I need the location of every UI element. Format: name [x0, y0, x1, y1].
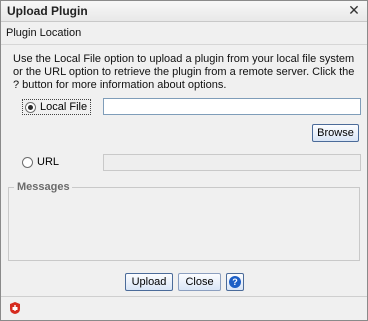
- local-file-focus: Local File: [22, 99, 92, 115]
- browse-button[interactable]: Browse: [312, 124, 359, 142]
- help-icon: ?: [229, 276, 241, 288]
- messages-panel: [8, 187, 360, 261]
- url-input[interactable]: [103, 154, 361, 171]
- help-button[interactable]: ?: [226, 273, 244, 291]
- instructions-text: Use the Local File option to upload a pl…: [13, 53, 355, 91]
- messages-border-left: [8, 187, 14, 188]
- footer-divider: [1, 296, 367, 297]
- header-divider: [1, 44, 367, 45]
- app-logo-icon: [10, 302, 20, 314]
- upload-plugin-dialog: Upload Plugin ✕ Plugin Location Use the …: [0, 0, 368, 321]
- url-option[interactable]: URL: [22, 156, 59, 168]
- local-file-radio[interactable]: [25, 101, 36, 113]
- local-file-label: Local File: [40, 101, 88, 113]
- local-file-option[interactable]: Local File: [22, 99, 92, 115]
- url-label: URL: [37, 156, 60, 168]
- local-file-path-input[interactable]: [103, 98, 361, 115]
- dialog-title: Upload Plugin: [7, 4, 88, 18]
- close-icon[interactable]: ✕: [347, 3, 361, 17]
- messages-title: Messages: [15, 181, 72, 193]
- plugin-location-heading: Plugin Location: [6, 27, 82, 39]
- upload-button[interactable]: Upload: [125, 273, 173, 291]
- close-button[interactable]: Close: [178, 273, 221, 291]
- url-radio[interactable]: [22, 156, 33, 168]
- messages-border-right: [67, 187, 360, 188]
- title-bar: Upload Plugin ✕: [1, 1, 367, 22]
